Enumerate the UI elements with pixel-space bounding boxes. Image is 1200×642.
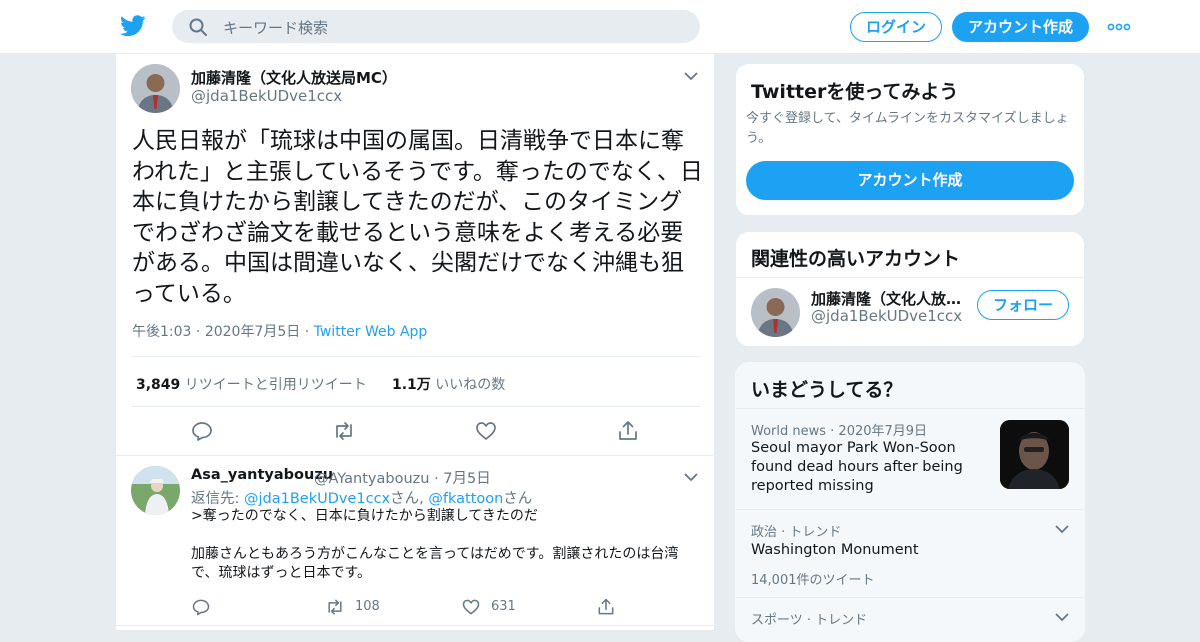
trend-tweet-count: 14,001件のツイート bbox=[751, 573, 875, 588]
retweet-count: 3,849 bbox=[136, 377, 181, 393]
like-stat-label: いいねの数 bbox=[435, 377, 506, 393]
chevron-down-icon[interactable] bbox=[683, 471, 699, 483]
reply-to-line: 返信先: @jda1BekUDve1ccxさん, @fkattoonさん bbox=[191, 487, 532, 508]
reply-to-separator: さん, bbox=[390, 491, 424, 507]
trends-card: いまどうしてる？ World news · 2020年7月9日 Seoul ma… bbox=[735, 362, 1085, 642]
reply-retweet-action[interactable]: 108 bbox=[325, 597, 395, 617]
tweet-source-link[interactable]: Twitter Web App bbox=[314, 324, 428, 340]
like-stat[interactable]: 1.1万 いいねの数 bbox=[392, 374, 505, 394]
reply-like-count: 631 bbox=[491, 599, 516, 614]
related-accounts-card: 関連性の高いアカウント 加藤清隆（文化人放… @jda1BekUDve1ccx … bbox=[735, 231, 1085, 347]
reply-avatar[interactable] bbox=[131, 466, 180, 515]
login-button[interactable]: ログイン bbox=[850, 12, 942, 42]
trend-category: スポーツ · トレンド bbox=[751, 613, 868, 628]
try-twitter-card: Twitterを使ってみよう 今すぐ登録して、タイムラインをカスタマイズしましょ… bbox=[735, 63, 1085, 216]
related-avatar[interactable] bbox=[751, 288, 800, 337]
reply-to-link[interactable]: @jda1BekUDve1ccx bbox=[244, 491, 390, 507]
reply-to-suffix: さん bbox=[503, 491, 533, 507]
search-box[interactable]: キーワード検索 bbox=[172, 10, 700, 43]
trend-category: World news · 2020年7月9日 bbox=[751, 424, 928, 439]
trend-title: Seoul mayor Park Won-Soon found dead hou… bbox=[751, 440, 963, 494]
reply-icon[interactable] bbox=[190, 419, 214, 443]
trend-thumbnail[interactable] bbox=[1000, 420, 1069, 489]
reply-like-action[interactable]: 631 bbox=[461, 597, 531, 617]
tweet-author-name[interactable]: 加藤清隆（文化人放送局MC） bbox=[191, 67, 397, 88]
related-account-name[interactable]: 加藤清隆（文化人放… bbox=[811, 288, 961, 309]
reply-reply-action[interactable] bbox=[191, 597, 211, 617]
reply-date[interactable]: 7月5日 bbox=[443, 471, 490, 487]
reply-text-body: 加藤さんともあろう方がこんなことを言ってはだめです。割譲されたのは台湾で、琉球は… bbox=[191, 546, 679, 581]
reply-text: >奪ったのでなく、日本に負けたから割譲してきたのだ 加藤さんともあろう方がこんな… bbox=[191, 507, 701, 583]
trend-title: Washington Monument bbox=[751, 542, 919, 558]
reply-tweet[interactable]: Asa_yantyabouzu @AYantyabouzu · 7月5日 返信先… bbox=[116, 456, 714, 626]
reply-header-meta: @AYantyabouzu · 7月5日 bbox=[314, 467, 491, 488]
reply-author-handle[interactable]: @AYantyabouzu bbox=[314, 471, 429, 487]
reply-author-name[interactable]: Asa_yantyabouzu bbox=[191, 467, 333, 483]
twitter-bird-icon[interactable] bbox=[120, 14, 146, 38]
retweet-icon bbox=[328, 599, 342, 615]
try-twitter-title: Twitterを使ってみよう bbox=[751, 81, 959, 103]
reply-share-action[interactable] bbox=[596, 597, 616, 617]
like-icon[interactable] bbox=[474, 419, 498, 443]
tweet-time[interactable]: 午後1:03 bbox=[132, 324, 191, 340]
reply-text-quote: >奪ったのでなく、日本に負けたから割譲してきたのだ bbox=[191, 508, 538, 524]
tweet-author-handle[interactable]: @jda1BekUDve1ccx bbox=[191, 87, 342, 105]
tweet-date[interactable]: 2020年7月5日 bbox=[205, 324, 300, 340]
meta-separator: · bbox=[304, 324, 310, 340]
retweet-stat[interactable]: 3,849 リツイートと引用リツイート bbox=[136, 374, 367, 394]
share-icon[interactable] bbox=[616, 419, 640, 443]
chevron-down-icon[interactable] bbox=[1054, 523, 1070, 535]
tweet-stats: 3,849 リツイートと引用リツイート 1.1万 いいねの数 bbox=[132, 356, 700, 407]
reply-to-label: 返信先: bbox=[191, 491, 240, 507]
news-photo-icon bbox=[1000, 420, 1069, 489]
avatar-outdoor-photo-icon bbox=[131, 466, 180, 515]
search-icon bbox=[189, 18, 207, 36]
trend-item[interactable]: World news · 2020年7月9日 Seoul mayor Park … bbox=[736, 408, 1084, 509]
retweet-icon[interactable] bbox=[332, 419, 356, 443]
chevron-down-icon[interactable] bbox=[1054, 611, 1070, 623]
top-bar: キーワード検索 ログイン アカウント作成 bbox=[0, 0, 1200, 54]
like-count: 1.1万 bbox=[392, 377, 431, 393]
trend-item[interactable]: 政治 · トレンド Washington Monument 14,001件のツイ… bbox=[736, 509, 1084, 597]
trend-item[interactable]: スポーツ · トレンド bbox=[736, 597, 1084, 641]
more-icon[interactable] bbox=[1107, 17, 1131, 37]
reply-icon bbox=[192, 599, 210, 616]
trends-title: いまどうしてる？ bbox=[751, 379, 903, 401]
tweet-column: 加藤清隆（文化人放送局MC） @jda1BekUDve1ccx 人民日報が「琉球… bbox=[115, 54, 715, 630]
signup-button[interactable]: アカウント作成 bbox=[952, 12, 1089, 42]
reply-text-gap bbox=[191, 526, 701, 545]
meta-separator: · bbox=[195, 324, 201, 340]
search-placeholder: キーワード検索 bbox=[223, 19, 329, 37]
share-icon bbox=[598, 598, 614, 615]
follow-button[interactable]: フォロー bbox=[977, 290, 1069, 320]
related-account-handle[interactable]: @jda1BekUDve1ccx bbox=[811, 307, 962, 325]
related-accounts-title: 関連性の高いアカウント bbox=[751, 248, 961, 270]
tweet-actions bbox=[116, 408, 714, 456]
trend-category: 政治 · トレンド bbox=[751, 525, 842, 540]
avatar-person-icon bbox=[131, 64, 180, 113]
card-divider bbox=[736, 277, 1084, 278]
retweet-stat-label: リツイートと引用リツイート bbox=[184, 377, 367, 393]
signup-button[interactable]: アカウント作成 bbox=[746, 161, 1074, 200]
reply-retweet-count: 108 bbox=[355, 599, 380, 614]
reply-to-link[interactable]: @fkattoon bbox=[428, 491, 503, 507]
avatar-person-icon bbox=[751, 288, 800, 337]
chevron-down-icon[interactable] bbox=[683, 70, 699, 82]
tweet-text: 人民日報が「琉球は中国の属国。日清戦争で日本に奪われた」と主張しているそうです。… bbox=[132, 128, 703, 307]
like-icon bbox=[462, 599, 480, 615]
try-twitter-description: 今すぐ登録して、タイムラインをカスタマイズしましょう。 bbox=[746, 111, 1069, 146]
avatar[interactable] bbox=[131, 64, 180, 113]
meta-separator: · bbox=[434, 471, 439, 487]
tweet-meta: 午後1:03 · 2020年7月5日 · Twitter Web App bbox=[132, 321, 427, 341]
